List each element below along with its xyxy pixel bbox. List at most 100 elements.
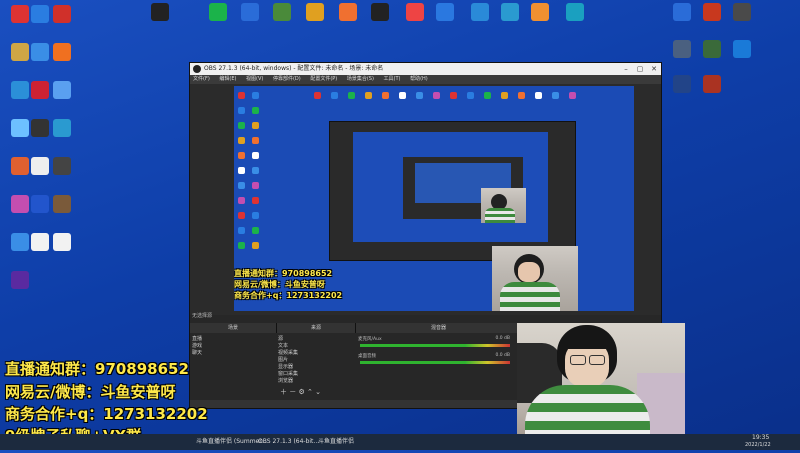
desktop-shortcut-icon[interactable]: [722, 40, 762, 59]
add-source-icon[interactable]: ＋: [280, 388, 287, 396]
obs-menubar: 文件(F) 编辑(E) 视图(V) 停靠部件(D) 配置文件(P) 场景集合(S…: [190, 75, 661, 84]
minimize-icon[interactable]: –: [619, 63, 633, 75]
desktop-shortcut-icon[interactable]: [555, 3, 595, 22]
maximize-icon[interactable]: ▢: [633, 63, 647, 75]
desktop-shortcut-icon[interactable]: [692, 75, 732, 94]
desktop-shortcut-icon[interactable]: [42, 157, 82, 176]
desktop-shortcut-icon[interactable]: [42, 43, 82, 62]
mixer-header: 混音器: [356, 323, 522, 333]
mixer-channel: 桌面音频 0.0 dB: [358, 353, 518, 370]
desktop-shortcut-icon[interactable]: [0, 271, 40, 290]
mini-desktop-icon: [382, 92, 389, 99]
close-icon[interactable]: ✕: [647, 63, 661, 75]
mini-desktop-icon: [238, 212, 245, 219]
move-down-icon[interactable]: ⌄: [315, 388, 321, 396]
menu-help[interactable]: 帮助(H): [410, 76, 428, 82]
source-controls: ＋ － ⚙ ⌃ ⌄: [280, 387, 321, 397]
app-icon: [53, 157, 71, 175]
menu-scene-collection[interactable]: 场景集合(S): [347, 76, 374, 82]
menu-view[interactable]: 视图(V): [246, 76, 263, 82]
volume-meter: [360, 344, 510, 347]
mini-desktop-icon: [252, 242, 259, 249]
app-icon: [241, 3, 259, 21]
mini-desktop-icon: [238, 182, 245, 189]
menu-edit[interactable]: 编辑(E): [219, 76, 236, 82]
desktop-shortcut-icon[interactable]: [42, 195, 82, 214]
desktop-shortcut-icon[interactable]: [42, 119, 82, 138]
menu-docks[interactable]: 停靠部件(D): [273, 76, 301, 82]
obs-preview[interactable]: 直播通知群：970898652 网易云/微博：斗鱼安普呀 商务合作+q：1273…: [234, 86, 634, 311]
app-icon: [673, 3, 691, 21]
desktop-shortcut-icon[interactable]: [42, 5, 82, 24]
scene-item[interactable]: 游戏: [192, 343, 276, 350]
mini-desktop-icon: [348, 92, 355, 99]
source-item[interactable]: 窗口采集: [278, 371, 353, 378]
mini-desktop-icon: [238, 227, 245, 234]
mini-desktop-icon: [238, 167, 245, 174]
taskbar-item-douyu[interactable]: 斗鱼直播伴侣 (Summer...: [196, 436, 267, 448]
overlay-line-1: 直播通知群：970898652: [5, 360, 189, 378]
move-up-icon[interactable]: ⌃: [307, 388, 313, 396]
remove-source-icon[interactable]: －: [289, 388, 296, 396]
app-icon: [151, 3, 169, 21]
source-item[interactable]: 显示器: [278, 364, 353, 371]
app-icon: [406, 3, 424, 21]
app-icon: [339, 3, 357, 21]
preview-overlay-line-2: 网易云/微博：斗鱼安普呀: [234, 280, 325, 289]
desktop-shortcut-icon[interactable]: [42, 233, 82, 252]
mini-desktop-icon: [252, 107, 259, 114]
source-item[interactable]: 源: [278, 336, 353, 343]
source-settings-icon[interactable]: ⚙: [298, 388, 304, 396]
desktop-shortcut-icon[interactable]: [722, 3, 762, 22]
mini-desktop-icon: [252, 212, 259, 219]
mixer-channel-db: 0.0 dB: [495, 353, 510, 358]
desktop-shortcut-icon[interactable]: [425, 3, 465, 22]
desktop-shortcut-icon[interactable]: [140, 3, 180, 22]
desktop-shortcut-icon[interactable]: [42, 81, 82, 100]
menu-file[interactable]: 文件(F): [193, 76, 210, 82]
preview-overlay-line-1: 直播通知群：970898652: [234, 269, 333, 278]
source-item[interactable]: 视频采集: [278, 350, 353, 357]
desktop-shortcut-icon[interactable]: [520, 3, 560, 22]
mini-desktop-icon: [314, 92, 321, 99]
scene-item[interactable]: 聊天: [192, 350, 276, 357]
sources-header: 来源: [277, 323, 356, 333]
source-item[interactable]: 浏览器: [278, 378, 353, 385]
source-item[interactable]: 文本: [278, 343, 353, 350]
app-icon: [53, 233, 71, 251]
mini-desktop-icon: [450, 92, 457, 99]
taskbar-item-obs[interactable]: OBS 27.1.3 (64-bit...: [258, 436, 319, 448]
app-icon: [501, 3, 519, 21]
mixer-channel-db: 0.0 dB: [495, 336, 510, 341]
app-icon: [53, 119, 71, 137]
menu-profile[interactable]: 配置文件(P): [310, 76, 337, 82]
app-icon: [673, 75, 691, 93]
mini-desktop-icon: [484, 92, 491, 99]
obs-logo-icon: [193, 65, 201, 73]
mini-desktop-icon: [552, 92, 559, 99]
taskbar-clock-date[interactable]: 2022/1/22: [745, 441, 771, 453]
mini-desktop-icon: [238, 107, 245, 114]
obs-titlebar[interactable]: OBS 27.1.3 (64-bit, windows) - 配置文件: 未命名…: [190, 63, 661, 75]
preview-webcam: [492, 246, 578, 311]
sources-list: 源 文本 视频采集 图片 显示器 窗口采集 浏览器: [278, 336, 353, 385]
nested-obs-capture: [329, 121, 576, 261]
mini-desktop-icon: [365, 92, 372, 99]
app-icon: [306, 3, 324, 21]
app-icon: [703, 40, 721, 58]
app-icon: [673, 40, 691, 58]
app-icon: [733, 40, 751, 58]
app-icon: [436, 3, 454, 21]
taskbar-item-douyu-2[interactable]: 斗鱼直播伴侣: [318, 436, 354, 448]
desktop-shortcut-icon[interactable]: [360, 3, 400, 22]
scene-item[interactable]: 直播: [192, 336, 276, 343]
nested-obs-preview: [353, 132, 548, 242]
app-icon: [273, 3, 291, 21]
mini-desktop-icon: [238, 197, 245, 204]
taskbar: 斗鱼直播伴侣 (Summer... OBS 27.1.3 (64-bit... …: [0, 434, 800, 450]
source-item[interactable]: 图片: [278, 357, 353, 364]
mini-desktop-icon: [252, 167, 259, 174]
mini-desktop-icon: [252, 92, 259, 99]
mixer-channel-name: 麦克风/Aux: [358, 337, 382, 342]
menu-tools[interactable]: 工具(T): [384, 76, 401, 82]
